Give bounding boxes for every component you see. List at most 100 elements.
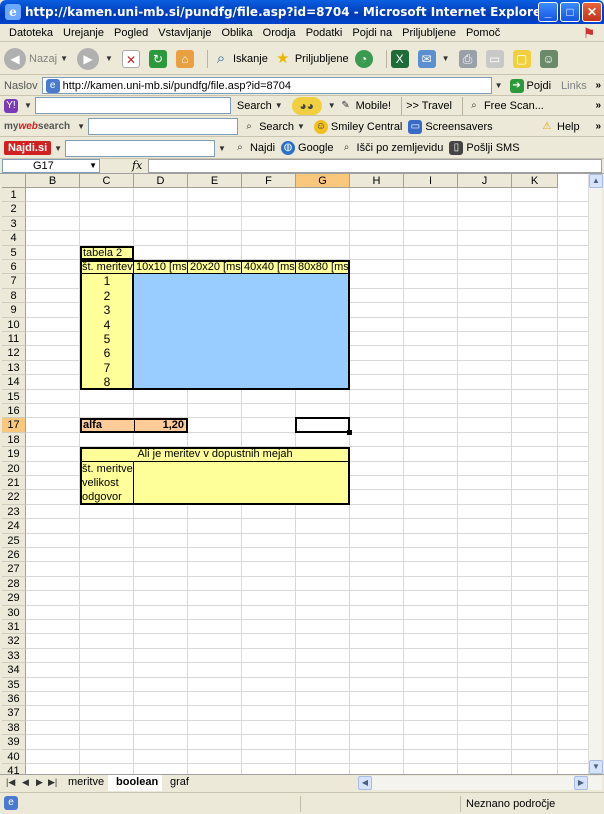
row-header[interactable]: 28 (2, 576, 26, 592)
row-header[interactable]: 32 (2, 634, 26, 649)
alfa-value[interactable]: 1,20 (134, 418, 188, 433)
scroll-right-button[interactable]: ▶ (574, 776, 588, 790)
row-header[interactable]: 2 (2, 202, 26, 217)
menu-pomoc[interactable]: Pomoč (461, 27, 505, 39)
menu-vstavljanje[interactable]: Vstavljanje (153, 27, 216, 39)
row-header[interactable]: 41 (2, 764, 26, 774)
row-header[interactable]: 38 (2, 720, 26, 736)
menu-urejanje[interactable]: Urejanje (58, 27, 109, 39)
yahoo-search-input[interactable] (34, 97, 231, 114)
row-header[interactable]: 11 (2, 332, 26, 347)
scroll-left-button[interactable]: ◀ (358, 776, 372, 790)
forward-button[interactable]: ▶ ▼ (77, 47, 116, 70)
row-header[interactable]: 12 (2, 346, 26, 361)
row-header[interactable]: 7 (2, 274, 26, 289)
mobile-button[interactable]: ✎ Mobile! (339, 99, 391, 113)
close-button[interactable]: ✕ (582, 2, 602, 22)
last-sheet-button[interactable]: ▶| (48, 777, 57, 788)
search-button[interactable]: ⌕ Iskanje (212, 50, 268, 68)
next-sheet-button[interactable]: ▶ (36, 777, 43, 788)
column-header-d[interactable]: D (134, 174, 188, 188)
chevron-icon[interactable]: » (595, 121, 601, 132)
address-input[interactable]: e http://kamen.uni-mb.si/pundfg/file.asp… (41, 77, 492, 94)
table2-id-cell[interactable]: 1 (80, 274, 134, 288)
row-header[interactable]: 5 (2, 245, 26, 260)
mail-button[interactable]: ✉ ▼ (417, 49, 453, 68)
messenger-button[interactable]: ☺ (539, 49, 561, 68)
maximize-button[interactable]: □ (560, 2, 580, 22)
row-header[interactable]: 37 (2, 706, 26, 721)
row-header[interactable]: 27 (2, 562, 26, 577)
table2-id-cell[interactable]: 2 (80, 289, 134, 303)
screensavers-button[interactable]: ▭ Screensavers (408, 119, 493, 134)
mywebsearch-input[interactable] (88, 118, 239, 135)
back-button[interactable]: ◀ Nazaj ▼ (4, 47, 71, 70)
row-header[interactable]: 1 (2, 188, 26, 203)
row-header[interactable]: 23 (2, 504, 26, 520)
menu-pojdi-na[interactable]: Pojdi na (347, 27, 397, 39)
column-header-g[interactable]: G (296, 174, 350, 188)
smiley-icon[interactable]: ◕◕ (291, 96, 322, 115)
table2-header-cell[interactable]: 10x10 [ms] (134, 260, 188, 275)
table2-title[interactable]: tabela 2 (80, 246, 134, 260)
name-box-dropdown-icon[interactable]: ▼ (89, 160, 97, 172)
row-header[interactable]: 13 (2, 360, 26, 376)
alfa-label[interactable]: alfa (80, 418, 134, 432)
table2-id-cell[interactable]: 6 (80, 346, 134, 360)
row-header[interactable]: 30 (2, 605, 26, 620)
row-header[interactable]: 26 (2, 548, 26, 563)
row-header[interactable]: 36 (2, 692, 26, 707)
table2-header-cell[interactable]: 20x20 [ms] (188, 260, 242, 275)
spreadsheet-grid[interactable]: B C D E F G H I J K 1 2 3 4 5 6 7 8 9 10 11 12 13 14 15 16 17 18 19 2… (2, 174, 588, 774)
column-header-h[interactable]: H (350, 174, 404, 188)
selected-cell-g17[interactable] (295, 417, 350, 433)
stop-button[interactable]: ✕ (121, 49, 143, 68)
menu-priljubljene[interactable]: Priljubljene (397, 27, 461, 39)
discuss-button[interactable]: ▢ (512, 49, 534, 68)
prev-sheet-button[interactable]: ◀ (22, 777, 29, 788)
table2-header-cell[interactable]: 40x40 [ms] (242, 260, 296, 275)
yahoo-icon[interactable]: Y! (4, 98, 18, 113)
row-header[interactable]: 35 (2, 677, 26, 692)
tab-graf[interactable]: graf (162, 775, 197, 791)
row-header[interactable]: 18 (2, 432, 26, 448)
scroll-up-button[interactable]: ▲ (589, 174, 603, 188)
table2-header-cell[interactable]: 80x80 [ms] (296, 260, 350, 275)
minimize-button[interactable]: _ (538, 2, 558, 22)
chevron-icon[interactable]: » (595, 100, 601, 111)
check-table-row-label[interactable]: št. meritve (80, 462, 134, 476)
chevron-icon[interactable]: » (595, 80, 601, 91)
check-table-row-label[interactable]: odgovor (80, 490, 134, 504)
column-header-e[interactable]: E (188, 174, 242, 188)
formula-input[interactable] (148, 159, 602, 173)
help-button[interactable]: ⚠ Help (540, 120, 580, 134)
menu-pogled[interactable]: Pogled (109, 27, 153, 39)
excel-button[interactable]: X (390, 49, 412, 68)
row-header[interactable]: 24 (2, 519, 26, 534)
tab-boolean[interactable]: boolean (108, 775, 167, 791)
table2-id-cell[interactable]: 7 (80, 361, 134, 375)
row-header[interactable]: 39 (2, 735, 26, 750)
mywebsearch-search-button[interactable]: ⌕ Search ▼ (242, 120, 308, 134)
row-header[interactable]: 31 (2, 620, 26, 635)
row-header[interactable]: 6 (2, 260, 26, 275)
check-table-row-label[interactable]: velikost (80, 476, 134, 490)
row-header[interactable]: 34 (2, 663, 26, 678)
scroll-down-button[interactable]: ▼ (589, 760, 603, 774)
row-header[interactable]: 15 (2, 389, 26, 404)
column-header-j[interactable]: J (458, 174, 512, 188)
row-header[interactable]: 10 (2, 317, 26, 332)
najdi-search-button[interactable]: ⌕ Najdi (233, 141, 275, 155)
check-table-title[interactable]: Ali je meritev v dopustnih mejah (80, 447, 350, 461)
table2-header-cell[interactable]: št. meritev (80, 260, 134, 275)
row-header[interactable]: 3 (2, 216, 26, 232)
fill-handle[interactable] (347, 429, 352, 435)
yahoo-search-button[interactable]: Search ▼ (237, 100, 286, 112)
row-header[interactable]: 9 (2, 303, 26, 318)
row-header[interactable]: 33 (2, 648, 26, 664)
print-button[interactable]: ⎙ (458, 49, 480, 68)
table2-id-cell[interactable]: 5 (80, 332, 134, 346)
refresh-button[interactable]: ↻ (148, 49, 170, 68)
address-dropdown-icon[interactable]: ▼ (495, 81, 503, 90)
menu-orodja[interactable]: Orodja (258, 27, 301, 39)
